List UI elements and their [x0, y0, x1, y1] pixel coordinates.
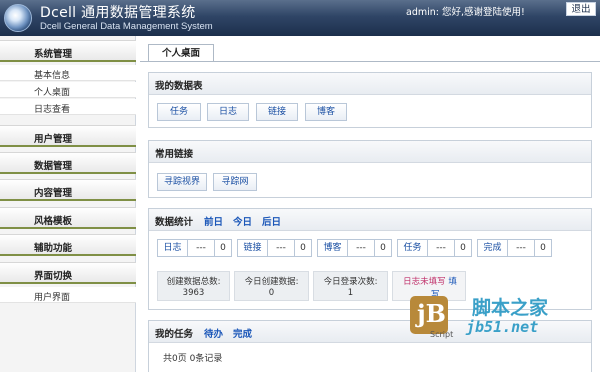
stat-dash: --- [348, 240, 375, 256]
sidebar-item-label: 日志查看 [34, 105, 71, 115]
sidebar-group-label: 界面切换 [34, 271, 73, 282]
sidebar-group-label: 辅助功能 [34, 243, 73, 254]
sidebar-group-label: 内容管理 [34, 188, 73, 199]
stat-value: 0 [380, 243, 386, 253]
welcome-message: admin: 您好,感谢登陆使用! [406, 7, 525, 18]
sidebar-group-templates[interactable]: 风格模板 [0, 207, 136, 229]
stat-label: 博客 [318, 240, 348, 256]
stat-box-logs[interactable]: 日志 --- 0 [157, 239, 232, 257]
stat-label: 任务 [398, 240, 428, 256]
link-button[interactable]: 链接 [256, 103, 298, 121]
watermark-logo-text: jB [417, 299, 446, 328]
xunzong-net-link[interactable]: 寻踪网 [213, 173, 257, 191]
app-header: Dcell 通用数据管理系统 Dcell General Data Manage… [0, 0, 600, 36]
record-count: 共0页 0条记录 [163, 354, 223, 364]
sidebar-group-data[interactable]: 数据管理 [0, 152, 136, 174]
panel-title: 我的数据表 [155, 81, 203, 92]
stat-box-links[interactable]: 链接 --- 0 [237, 239, 312, 257]
sidebar: 系统管理 基本信息 个人桌面 日志查看 用户管理 数据管理 内容管理 风格模板 … [0, 36, 136, 372]
info-value: 0 [268, 288, 275, 298]
info-label: 今日登录次数: [323, 277, 378, 287]
stat-value: 0 [460, 243, 466, 253]
fill-link[interactable]: 填 [448, 277, 457, 287]
app-logo [4, 4, 32, 32]
sidebar-group-content[interactable]: 内容管理 [0, 179, 136, 201]
stat-box-tasks[interactable]: 任务 --- 0 [397, 239, 472, 257]
tasks-done-link[interactable]: 完成 [233, 326, 252, 340]
panel-header: 我的数据表 [149, 73, 591, 95]
tasks-todo-link[interactable]: 待办 [204, 326, 223, 340]
stat-value: 0 [300, 243, 306, 253]
sidebar-group-tools[interactable]: 辅助功能 [0, 234, 136, 256]
my-data-panel: 我的数据表 任务 日志 链接 博客 [148, 72, 592, 128]
sidebar-group-label: 数据管理 [34, 161, 73, 172]
stat-dash: --- [268, 240, 295, 256]
tab-divider [140, 61, 600, 62]
sidebar-item-label: 用户界面 [34, 293, 71, 303]
sidebar-item-desktop[interactable]: 个人桌面 [0, 82, 136, 98]
today-login-count: 今日登录次数: 1 [313, 271, 388, 301]
stat-box-done[interactable]: 完成 --- 0 [477, 239, 552, 257]
stat-box-blogs[interactable]: 博客 --- 0 [317, 239, 392, 257]
stats-next-day-link[interactable]: 后日 [262, 214, 281, 228]
alert-text: 日志未填写 [403, 277, 446, 287]
panel-header: 数据统计 前日 今日 后日 [149, 209, 591, 231]
stats-prev-day-link[interactable]: 前日 [204, 214, 223, 228]
common-links-panel: 常用链接 寻踪视界 寻踪网 [148, 140, 592, 198]
total-data-count: 创建数据总数: 3963 [157, 271, 230, 301]
info-value: 1 [347, 288, 354, 298]
stat-label: 完成 [478, 240, 508, 256]
watermark-script-text: Script [430, 330, 454, 339]
sidebar-item-basic-info[interactable]: 基本信息 [0, 65, 136, 81]
sidebar-group-label: 系统管理 [34, 49, 73, 60]
stat-dash: --- [428, 240, 455, 256]
info-label: 创建数据总数: [166, 277, 221, 287]
stat-value: 0 [540, 243, 546, 253]
logout-button[interactable]: 退出 [566, 2, 596, 16]
stat-value: 0 [220, 243, 226, 253]
alert-line: 日志未填写 填 [393, 275, 467, 287]
app-title: Dcell 通用数据管理系统 [40, 5, 196, 21]
stats-today-link[interactable]: 今日 [233, 214, 252, 228]
stat-dash: --- [508, 240, 535, 256]
sidebar-group-label: 风格模板 [34, 216, 73, 227]
sidebar-group-interface[interactable]: 界面切换 [0, 262, 136, 284]
watermark-logo: jB [410, 296, 448, 334]
sidebar-group-users[interactable]: 用户管理 [0, 125, 136, 147]
blog-button[interactable]: 博客 [305, 103, 347, 121]
watermark-site-url: jb51.net [466, 318, 539, 336]
log-button[interactable]: 日志 [207, 103, 249, 121]
stat-label: 链接 [238, 240, 268, 256]
panel-header: 常用链接 [149, 141, 591, 163]
info-value: 3963 [182, 288, 205, 298]
stat-label: 日志 [158, 240, 188, 256]
app-subtitle: Dcell General Data Management System [40, 21, 213, 32]
panel-title: 常用链接 [155, 149, 194, 160]
sidebar-item-logs[interactable]: 日志查看 [0, 99, 136, 115]
info-label: 今日创建数据: [244, 277, 299, 287]
sidebar-item-label: 个人桌面 [34, 88, 71, 98]
watermark-site-name: 脚本之家 [472, 297, 549, 319]
sidebar-item-label: 基本信息 [34, 71, 71, 81]
tab-desktop[interactable]: 个人桌面 [148, 44, 214, 62]
xunzong-vision-link[interactable]: 寻踪视界 [157, 173, 207, 191]
sidebar-group-label: 用户管理 [34, 134, 73, 145]
today-created-count: 今日创建数据: 0 [234, 271, 309, 301]
panel-title: 数据统计 [155, 217, 194, 228]
panel-title: 我的任务 [155, 329, 194, 340]
stat-dash: --- [188, 240, 215, 256]
task-button[interactable]: 任务 [157, 103, 201, 121]
sidebar-group-system[interactable]: 系统管理 [0, 40, 136, 62]
sidebar-item-user-interface[interactable]: 用户界面 [0, 287, 136, 303]
